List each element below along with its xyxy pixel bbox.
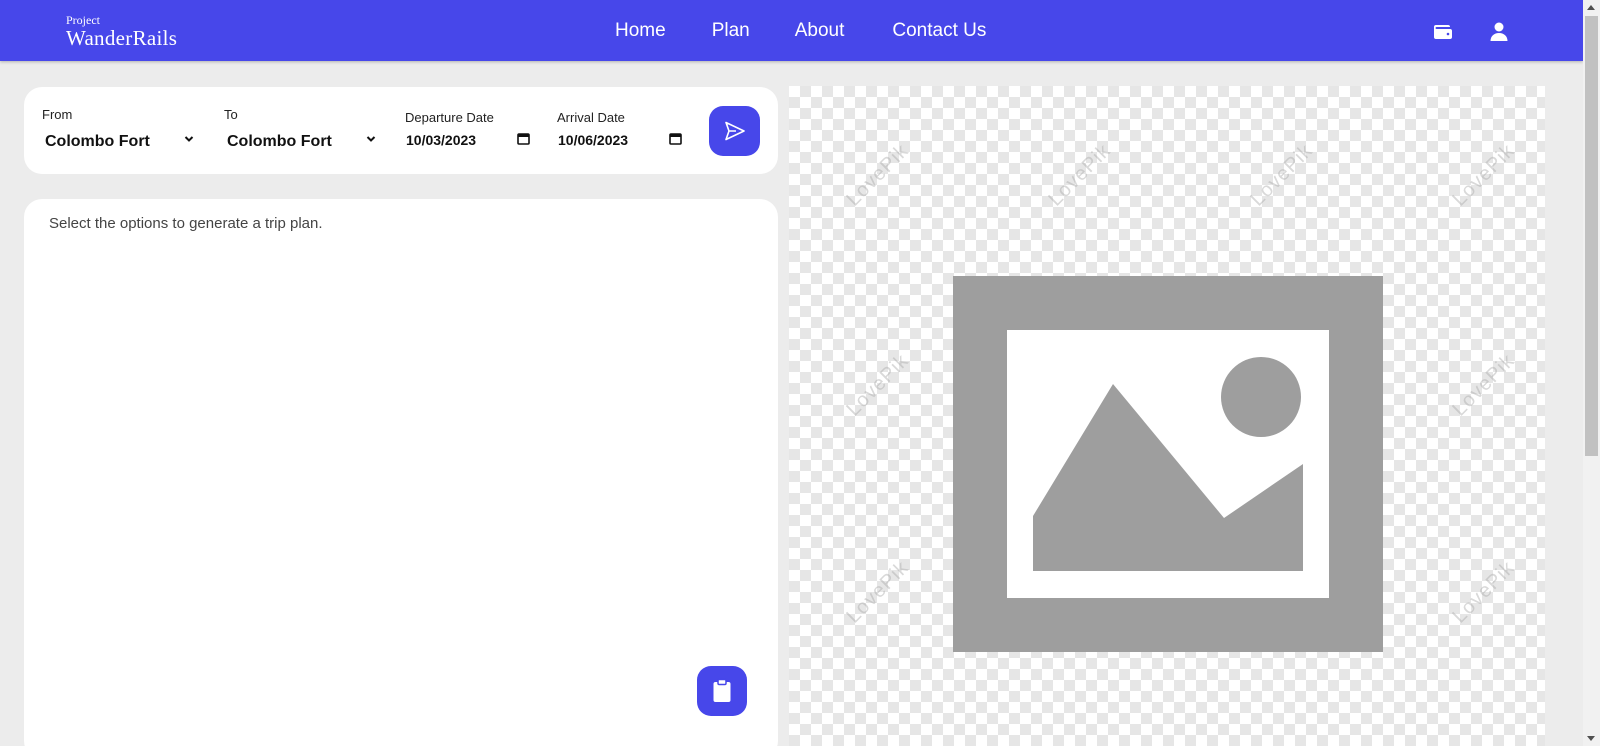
calendar-icon[interactable]	[517, 132, 530, 145]
watermark: LovePik	[1448, 556, 1520, 628]
destination-image: LovePik LovePik LovePik LovePik LovePik …	[789, 86, 1545, 746]
departure-label: Departure Date	[405, 110, 494, 125]
arrival-date-value: 10/06/2023	[558, 132, 629, 148]
nav-plan-link[interactable]: Plan	[712, 19, 750, 43]
nav-contact-link[interactable]: Contact Us	[892, 19, 986, 43]
clipboard-icon	[713, 678, 731, 702]
scrollbar-thumb[interactable]	[1585, 16, 1598, 456]
wallet-icon[interactable]	[1431, 20, 1455, 44]
to-label: To	[224, 107, 238, 122]
scroll-up-icon[interactable]	[1587, 5, 1595, 10]
user-icon[interactable]	[1487, 20, 1511, 44]
to-field: To	[224, 107, 238, 123]
trip-search-form: From Colombo Fort To Colombo Fort Depart…	[24, 87, 778, 174]
from-select-value: Colombo Fort	[45, 133, 150, 150]
watermark: LovePik	[842, 139, 914, 211]
chevron-down-icon[interactable]	[184, 134, 194, 144]
trip-plan-panel: Select the options to generate a trip pl…	[24, 199, 778, 746]
departure-date-value: 10/03/2023	[406, 132, 477, 148]
watermark: LovePik	[1448, 349, 1520, 421]
watermark: LovePik	[842, 349, 914, 421]
brand-logo[interactable]: Project WanderRails	[66, 14, 177, 50]
to-select-value: Colombo Fort	[227, 133, 332, 150]
chevron-down-icon[interactable]	[366, 134, 376, 144]
brand-prefix: Project	[66, 13, 100, 27]
watermark: LovePik	[1044, 139, 1116, 211]
watermark: LovePik	[1448, 139, 1520, 211]
send-icon	[724, 121, 745, 141]
plan-hint-text: Select the options to generate a trip pl…	[49, 215, 323, 232]
nav-links: Home Plan About Contact Us	[615, 19, 1026, 43]
arrival-field: Arrival Date	[557, 110, 625, 126]
calendar-icon[interactable]	[669, 132, 682, 145]
scroll-down-icon[interactable]	[1587, 736, 1595, 741]
page-scrollbar[interactable]	[1583, 0, 1600, 746]
to-select[interactable]: Colombo Fort	[227, 132, 377, 152]
from-select[interactable]: Colombo Fort	[45, 132, 195, 152]
copy-plan-button[interactable]	[697, 666, 747, 716]
from-label: From	[42, 107, 73, 122]
departure-date-input[interactable]: 10/03/2023	[406, 131, 476, 149]
from-field: From	[42, 107, 72, 123]
watermark: LovePik	[842, 556, 914, 628]
departure-field: Departure Date	[405, 110, 494, 126]
arrival-label: Arrival Date	[557, 110, 625, 125]
nav-about-link[interactable]: About	[795, 19, 845, 43]
brand-name: WanderRails	[66, 26, 178, 50]
watermark: LovePik	[1246, 139, 1318, 211]
nav-home-link[interactable]: Home	[615, 19, 666, 43]
arrival-date-input[interactable]: 10/06/2023	[558, 131, 628, 149]
image-placeholder-icon	[953, 276, 1383, 652]
generate-plan-button[interactable]	[709, 106, 760, 156]
navbar: Project WanderRails Home Plan About Cont…	[0, 0, 1583, 61]
